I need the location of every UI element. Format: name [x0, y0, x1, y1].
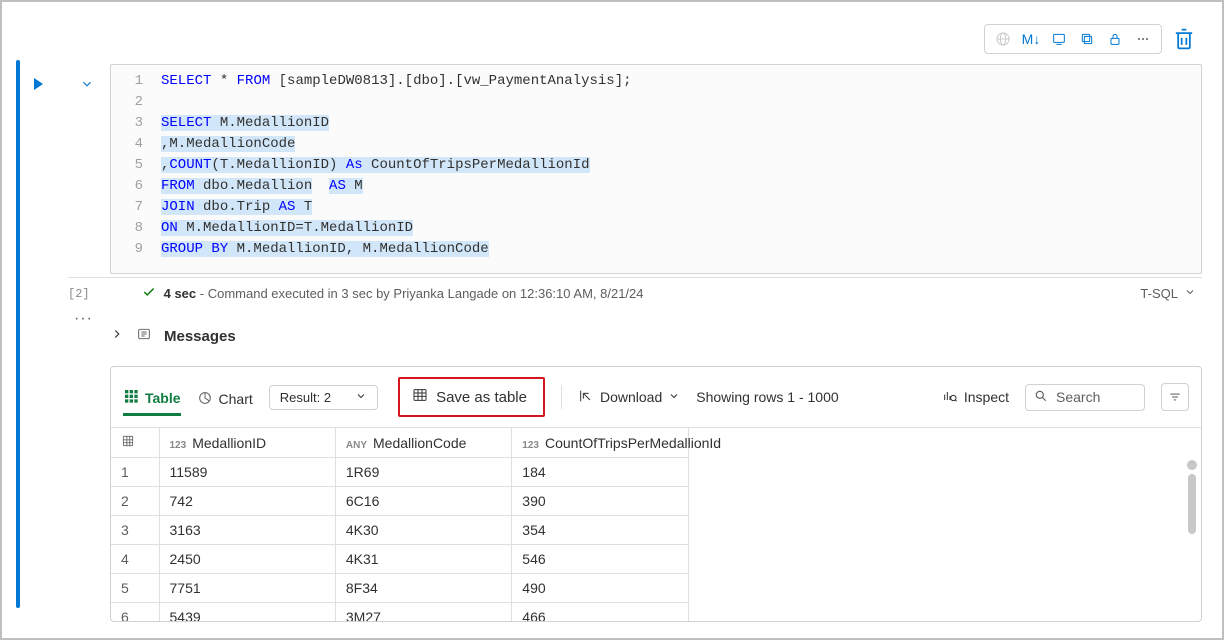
expand-messages-icon[interactable]	[110, 327, 124, 346]
table-row[interactable]: 577518F34490	[111, 574, 688, 603]
code-line: FROM dbo.Medallion AS M	[161, 176, 363, 197]
run-dropdown-chevron-icon[interactable]	[80, 74, 94, 97]
row-header-corner[interactable]	[111, 428, 159, 458]
filter-button[interactable]	[1161, 383, 1189, 411]
line-number: 4	[111, 134, 161, 155]
messages-icon	[136, 326, 152, 347]
table-row[interactable]: 1115891R69184	[111, 458, 688, 487]
line-number: 5	[111, 155, 161, 176]
column-header-medallionid[interactable]: 123MedallionID	[159, 428, 335, 458]
tab-chart[interactable]: Chart	[197, 390, 253, 415]
code-line: ON M.MedallionID=T.MedallionID	[161, 218, 413, 239]
scroll-thumb[interactable]	[1188, 474, 1196, 534]
more-icon[interactable]	[1129, 27, 1157, 51]
download-button[interactable]: Download	[578, 388, 680, 407]
sql-editor[interactable]: 1SELECT * FROM [sampleDW0813].[dbo].[vw_…	[110, 64, 1202, 274]
globe-icon[interactable]	[989, 27, 1017, 51]
tab-table[interactable]: Table	[123, 388, 181, 416]
results-panel: Table Chart Result: 2 Save as table	[110, 366, 1202, 622]
language-label: T-SQL	[1140, 286, 1178, 301]
code-line: SELECT * FROM [sampleDW0813].[dbo].[vw_P…	[161, 71, 632, 92]
tab-chart-label: Chart	[219, 391, 253, 407]
grid-icon	[123, 388, 139, 407]
results-table: 123MedallionID ANYMedallionCode 123Count…	[111, 428, 689, 621]
result-selector[interactable]: Result: 2	[269, 385, 378, 410]
copy-icon[interactable]	[1073, 27, 1101, 51]
lock-icon[interactable]	[1101, 27, 1129, 51]
cell-toolbar-group: M↓	[984, 24, 1162, 54]
language-selector[interactable]: T-SQL	[1140, 286, 1196, 301]
execution-status-row: [2] 4 sec - Command executed in 3 sec by…	[68, 277, 1202, 305]
delete-cell-icon[interactable]	[1170, 27, 1198, 51]
code-line: ,COUNT(T.MedallionID) As CountOfTripsPer…	[161, 155, 590, 176]
line-number: 8	[111, 218, 161, 239]
markdown-btn[interactable]: M↓	[1017, 27, 1045, 51]
line-number: 9	[111, 239, 161, 260]
messages-title: Messages	[164, 328, 236, 345]
cell-more-icon[interactable]: ···	[74, 310, 93, 328]
search-input[interactable]: Search	[1025, 384, 1145, 411]
code-line: ,M.MedallionCode	[161, 134, 295, 155]
download-label: Download	[600, 389, 662, 405]
column-header-count[interactable]: 123CountOfTripsPerMedallionId	[512, 428, 688, 458]
column-header-medallioncode[interactable]: ANYMedallionCode	[335, 428, 511, 458]
table-icon	[412, 387, 428, 407]
code-line: GROUP BY M.MedallionID, M.MedallionCode	[161, 239, 489, 260]
save-as-table-label: Save as table	[436, 389, 527, 406]
download-icon	[578, 388, 594, 407]
chevron-down-icon	[668, 389, 680, 405]
line-number: 2	[111, 92, 161, 113]
vertical-scrollbar[interactable]	[1187, 460, 1197, 615]
code-line: SELECT M.MedallionID	[161, 113, 329, 134]
chevron-down-icon	[355, 390, 367, 405]
inspect-label: Inspect	[964, 389, 1009, 405]
table-row[interactable]: 654393M27466	[111, 603, 688, 622]
table-row[interactable]: 331634K30354	[111, 516, 688, 545]
line-number: 1	[111, 71, 161, 92]
table-row[interactable]: 27426C16390	[111, 487, 688, 516]
toolbar-divider	[561, 385, 562, 409]
run-cell-icon[interactable]	[34, 78, 43, 90]
save-as-table-button[interactable]: Save as table	[398, 377, 545, 417]
inspect-icon	[942, 388, 958, 407]
device-icon[interactable]	[1045, 27, 1073, 51]
chevron-down-icon	[1184, 286, 1196, 301]
search-icon	[1034, 389, 1048, 406]
result-selector-value: Result: 2	[280, 390, 331, 405]
line-number: 7	[111, 197, 161, 218]
inspect-button[interactable]: Inspect	[942, 388, 1009, 407]
code-line: JOIN dbo.Trip AS T	[161, 197, 312, 218]
line-number: 6	[111, 176, 161, 197]
table-row[interactable]: 424504K31546	[111, 545, 688, 574]
rows-showing-info: Showing rows 1 - 1000	[696, 389, 838, 405]
pie-chart-icon	[197, 390, 213, 409]
success-check-icon	[142, 285, 156, 302]
scroll-up-arrow-icon[interactable]	[1187, 460, 1197, 470]
line-number: 3	[111, 113, 161, 134]
tab-table-label: Table	[145, 390, 181, 406]
execution-index: [2]	[68, 287, 90, 301]
cell-active-rail	[16, 60, 20, 608]
search-placeholder: Search	[1056, 389, 1100, 405]
execution-time: 4 sec - Command executed in 3 sec by Pri…	[164, 286, 644, 301]
